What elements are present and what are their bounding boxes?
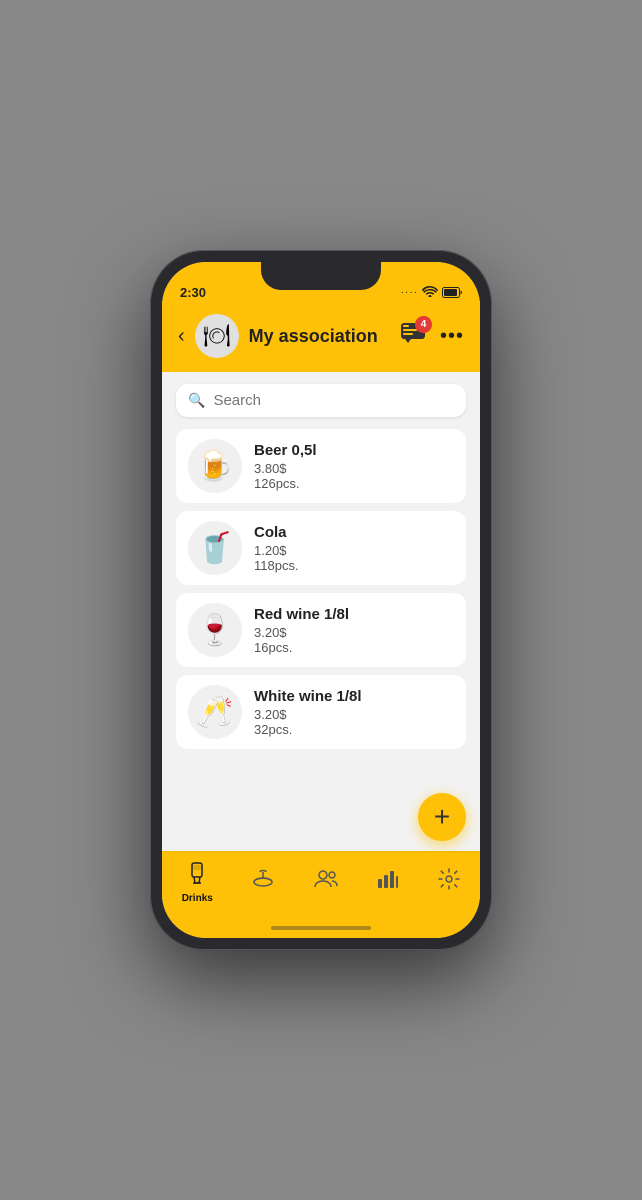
nav-item-food[interactable] (244, 868, 282, 899)
item-qty: 118pcs. (254, 558, 454, 573)
items-list: 🍺 Beer 0,5l 3.80$ 126pcs. 🥤 Cola 1.20$ 1… (162, 429, 480, 851)
list-item[interactable]: 🥂 White wine 1/8l 3.20$ 32pcs. (176, 675, 466, 749)
item-name: White wine 1/8l (254, 688, 454, 705)
item-name: Red wine 1/8l (254, 606, 454, 623)
nav-item-drinks[interactable]: Drinks (174, 862, 221, 904)
page-title: My association (249, 326, 390, 347)
signal-dots-icon: ···· (401, 287, 418, 298)
item-price: 3.80$ (254, 461, 454, 476)
home-bar (271, 926, 371, 930)
list-item[interactable]: 🥤 Cola 1.20$ 118pcs. (176, 511, 466, 585)
item-qty: 126pcs. (254, 476, 454, 491)
item-qty: 32pcs. (254, 722, 454, 737)
phone-frame: 2:30 ···· (150, 250, 492, 950)
header: ‹ 🍽 My association 4 (162, 306, 480, 372)
wifi-icon (422, 285, 438, 300)
item-image-beer: 🍺 (188, 439, 242, 493)
item-image-whitewine: 🥂 (188, 685, 242, 739)
item-info-beer: Beer 0,5l 3.80$ 126pcs. (254, 442, 454, 491)
status-icons: ···· (401, 285, 462, 300)
nav-label-drinks: Drinks (182, 893, 213, 904)
food-icon (252, 868, 274, 896)
item-name: Beer 0,5l (254, 442, 454, 459)
drinks-icon (187, 862, 207, 890)
stats-icon (377, 869, 399, 895)
search-icon: 🔍 (188, 392, 205, 409)
list-item[interactable]: 🍷 Red wine 1/8l 3.20$ 16pcs. (176, 593, 466, 667)
item-price: 3.20$ (254, 625, 454, 640)
nav-item-settings[interactable] (430, 868, 468, 899)
item-info-cola: Cola 1.20$ 118pcs. (254, 524, 454, 573)
item-info-redwine: Red wine 1/8l 3.20$ 16pcs. (254, 606, 454, 655)
nav-item-stats[interactable] (369, 869, 407, 898)
item-info-whitewine: White wine 1/8l 3.20$ 32pcs. (254, 688, 454, 737)
bottom-nav: Drinks (162, 851, 480, 918)
item-image-cola: 🥤 (188, 521, 242, 575)
status-time: 2:30 (180, 285, 206, 300)
list-item[interactable]: 🍺 Beer 0,5l 3.80$ 126pcs. (176, 429, 466, 503)
search-container: 🔍 (162, 372, 480, 429)
item-image-redwine: 🍷 (188, 603, 242, 657)
item-price: 3.20$ (254, 707, 454, 722)
nav-item-members[interactable] (306, 870, 346, 897)
phone-screen: 2:30 ···· (162, 262, 480, 938)
item-name: Cola (254, 524, 454, 541)
item-price: 1.20$ (254, 543, 454, 558)
notification-badge: 4 (415, 316, 432, 333)
more-button[interactable]: ••• (440, 325, 464, 348)
add-button[interactable]: + (418, 793, 466, 841)
chat-button[interactable]: 4 (400, 322, 426, 350)
avatar: 🍽 (195, 314, 239, 358)
members-icon (314, 870, 338, 894)
settings-icon (438, 868, 460, 896)
search-box[interactable]: 🔍 (176, 384, 466, 417)
battery-icon (442, 287, 462, 298)
item-qty: 16pcs. (254, 640, 454, 655)
back-button[interactable]: ‹ (178, 325, 185, 348)
home-indicator (162, 918, 480, 938)
search-input[interactable] (213, 392, 454, 409)
notch (261, 262, 381, 290)
avatar-image: 🍽 (203, 323, 231, 349)
header-actions: 4 ••• (400, 322, 464, 350)
